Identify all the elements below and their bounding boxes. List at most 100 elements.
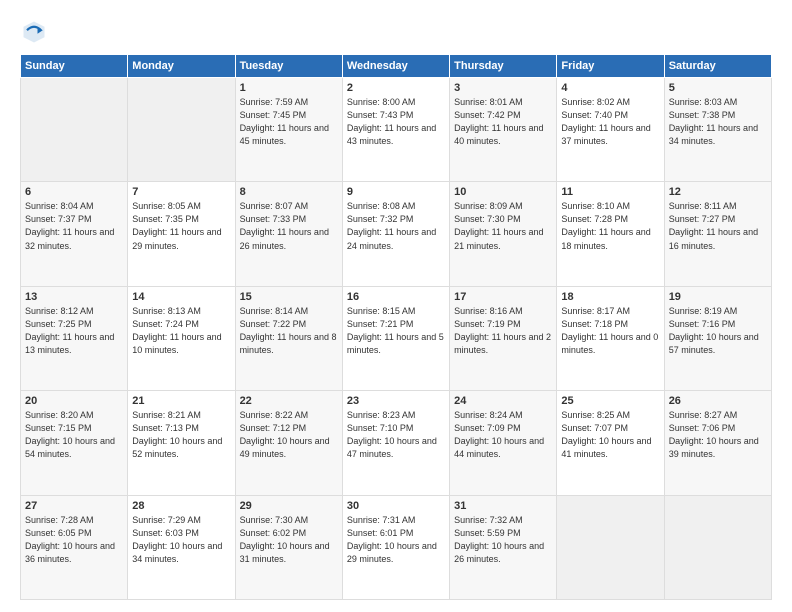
- day-number: 18: [561, 291, 659, 303]
- weekday-header: Thursday: [450, 55, 557, 78]
- calendar-cell: 26 Sunrise: 8:27 AM Sunset: 7:06 PM Dayli…: [664, 391, 771, 495]
- calendar-cell: 22 Sunrise: 8:22 AM Sunset: 7:12 PM Dayli…: [235, 391, 342, 495]
- calendar-cell: 10Sunrise: 8:09 AM Sunset: 7:30 PM Dayli…: [450, 182, 557, 286]
- day-number: 8: [240, 186, 338, 198]
- calendar-week-row: 1Sunrise: 7:59 AM Sunset: 7:45 PM Daylig…: [21, 78, 772, 182]
- calendar-cell: 28 Sunrise: 7:29 AM Sunset: 6:03 PM Dayli…: [128, 495, 235, 599]
- logo-icon: [20, 18, 48, 46]
- calendar-cell: 2Sunrise: 8:00 AM Sunset: 7:43 PM Daylig…: [342, 78, 449, 182]
- day-info: Sunrise: 7:31 AM Sunset: 6:01 PM Dayligh…: [347, 514, 445, 566]
- day-number: 20: [25, 395, 123, 407]
- logo: [20, 18, 52, 46]
- day-number: 16: [347, 291, 445, 303]
- calendar-cell: [21, 78, 128, 182]
- page: SundayMondayTuesdayWednesdayThursdayFrid…: [0, 0, 792, 612]
- calendar-week-row: 27 Sunrise: 7:28 AM Sunset: 6:05 PM Dayli…: [21, 495, 772, 599]
- day-number: 7: [132, 186, 230, 198]
- day-info: Sunrise: 8:05 AM Sunset: 7:35 PM Dayligh…: [132, 200, 230, 252]
- calendar-cell: 23 Sunrise: 8:23 AM Sunset: 7:10 PM Dayli…: [342, 391, 449, 495]
- day-number: 28: [132, 500, 230, 512]
- calendar-cell: 16 Sunrise: 8:15 AM Sunset: 7:21 PM Dayli…: [342, 286, 449, 390]
- calendar-cell: 21 Sunrise: 8:21 AM Sunset: 7:13 PM Dayli…: [128, 391, 235, 495]
- day-info: Sunrise: 7:32 AM Sunset: 5:59 PM Dayligh…: [454, 514, 552, 566]
- day-number: 15: [240, 291, 338, 303]
- calendar-cell: 1Sunrise: 7:59 AM Sunset: 7:45 PM Daylig…: [235, 78, 342, 182]
- day-info: Sunrise: 8:21 AM Sunset: 7:13 PM Dayligh…: [132, 409, 230, 461]
- calendar-cell: 20 Sunrise: 8:20 AM Sunset: 7:15 PM Dayli…: [21, 391, 128, 495]
- weekday-header: Saturday: [664, 55, 771, 78]
- day-number: 3: [454, 82, 552, 94]
- day-info: Sunrise: 8:25 AM Sunset: 7:07 PM Dayligh…: [561, 409, 659, 461]
- day-number: 24: [454, 395, 552, 407]
- calendar-cell: 11 Sunrise: 8:10 AM Sunset: 7:28 PM Dayli…: [557, 182, 664, 286]
- day-info: Sunrise: 8:13 AM Sunset: 7:24 PM Dayligh…: [132, 305, 230, 357]
- weekday-header: Friday: [557, 55, 664, 78]
- calendar-cell: 25Sunrise: 8:25 AM Sunset: 7:07 PM Dayli…: [557, 391, 664, 495]
- day-info: Sunrise: 8:03 AM Sunset: 7:38 PM Dayligh…: [669, 96, 767, 148]
- day-info: Sunrise: 8:20 AM Sunset: 7:15 PM Dayligh…: [25, 409, 123, 461]
- calendar-week-row: 13 Sunrise: 8:12 AM Sunset: 7:25 PM Dayli…: [21, 286, 772, 390]
- day-info: Sunrise: 8:16 AM Sunset: 7:19 PM Dayligh…: [454, 305, 552, 357]
- day-number: 19: [669, 291, 767, 303]
- calendar-cell: 5Sunrise: 8:03 AM Sunset: 7:38 PM Daylig…: [664, 78, 771, 182]
- weekday-header: Monday: [128, 55, 235, 78]
- calendar-cell: 24Sunrise: 8:24 AM Sunset: 7:09 PM Dayli…: [450, 391, 557, 495]
- calendar-cell: 15 Sunrise: 8:14 AM Sunset: 7:22 PM Dayli…: [235, 286, 342, 390]
- day-info: Sunrise: 8:10 AM Sunset: 7:28 PM Dayligh…: [561, 200, 659, 252]
- day-info: Sunrise: 7:29 AM Sunset: 6:03 PM Dayligh…: [132, 514, 230, 566]
- calendar-cell: 6Sunrise: 8:04 AM Sunset: 7:37 PM Daylig…: [21, 182, 128, 286]
- day-info: Sunrise: 8:12 AM Sunset: 7:25 PM Dayligh…: [25, 305, 123, 357]
- calendar-cell: 3 Sunrise: 8:01 AM Sunset: 7:42 PM Daylig…: [450, 78, 557, 182]
- day-info: Sunrise: 8:17 AM Sunset: 7:18 PM Dayligh…: [561, 305, 659, 357]
- day-info: Sunrise: 7:59 AM Sunset: 7:45 PM Dayligh…: [240, 96, 338, 148]
- day-info: Sunrise: 7:30 AM Sunset: 6:02 PM Dayligh…: [240, 514, 338, 566]
- calendar-body: 1Sunrise: 7:59 AM Sunset: 7:45 PM Daylig…: [21, 78, 772, 600]
- calendar-cell: 18 Sunrise: 8:17 AM Sunset: 7:18 PM Dayli…: [557, 286, 664, 390]
- calendar-week-row: 6Sunrise: 8:04 AM Sunset: 7:37 PM Daylig…: [21, 182, 772, 286]
- calendar-cell: 9 Sunrise: 8:08 AM Sunset: 7:32 PM Daylig…: [342, 182, 449, 286]
- calendar-cell: 14 Sunrise: 8:13 AM Sunset: 7:24 PM Dayli…: [128, 286, 235, 390]
- weekday-header: Wednesday: [342, 55, 449, 78]
- calendar-header: SundayMondayTuesdayWednesdayThursdayFrid…: [21, 55, 772, 78]
- weekday-row: SundayMondayTuesdayWednesdayThursdayFrid…: [21, 55, 772, 78]
- day-info: Sunrise: 8:15 AM Sunset: 7:21 PM Dayligh…: [347, 305, 445, 357]
- day-number: 29: [240, 500, 338, 512]
- header: [20, 18, 772, 46]
- day-info: Sunrise: 8:14 AM Sunset: 7:22 PM Dayligh…: [240, 305, 338, 357]
- day-number: 23: [347, 395, 445, 407]
- day-number: 21: [132, 395, 230, 407]
- day-number: 4: [561, 82, 659, 94]
- day-number: 22: [240, 395, 338, 407]
- day-info: Sunrise: 8:23 AM Sunset: 7:10 PM Dayligh…: [347, 409, 445, 461]
- calendar-cell: [664, 495, 771, 599]
- calendar-cell: 17Sunrise: 8:16 AM Sunset: 7:19 PM Dayli…: [450, 286, 557, 390]
- day-number: 27: [25, 500, 123, 512]
- weekday-header: Sunday: [21, 55, 128, 78]
- day-number: 31: [454, 500, 552, 512]
- day-info: Sunrise: 8:01 AM Sunset: 7:42 PM Dayligh…: [454, 96, 552, 148]
- day-number: 12: [669, 186, 767, 198]
- calendar-table: SundayMondayTuesdayWednesdayThursdayFrid…: [20, 54, 772, 600]
- day-info: Sunrise: 8:04 AM Sunset: 7:37 PM Dayligh…: [25, 200, 123, 252]
- day-info: Sunrise: 8:08 AM Sunset: 7:32 PM Dayligh…: [347, 200, 445, 252]
- day-info: Sunrise: 7:28 AM Sunset: 6:05 PM Dayligh…: [25, 514, 123, 566]
- day-info: Sunrise: 8:11 AM Sunset: 7:27 PM Dayligh…: [669, 200, 767, 252]
- calendar-week-row: 20 Sunrise: 8:20 AM Sunset: 7:15 PM Dayli…: [21, 391, 772, 495]
- calendar-cell: [557, 495, 664, 599]
- day-number: 14: [132, 291, 230, 303]
- day-number: 9: [347, 186, 445, 198]
- calendar-cell: 19 Sunrise: 8:19 AM Sunset: 7:16 PM Dayli…: [664, 286, 771, 390]
- day-info: Sunrise: 8:22 AM Sunset: 7:12 PM Dayligh…: [240, 409, 338, 461]
- day-number: 2: [347, 82, 445, 94]
- calendar-cell: 4Sunrise: 8:02 AM Sunset: 7:40 PM Daylig…: [557, 78, 664, 182]
- calendar-cell: [128, 78, 235, 182]
- calendar-cell: 30Sunrise: 7:31 AM Sunset: 6:01 PM Dayli…: [342, 495, 449, 599]
- calendar-cell: 31 Sunrise: 7:32 AM Sunset: 5:59 PM Dayli…: [450, 495, 557, 599]
- day-info: Sunrise: 8:27 AM Sunset: 7:06 PM Dayligh…: [669, 409, 767, 461]
- day-number: 11: [561, 186, 659, 198]
- day-number: 26: [669, 395, 767, 407]
- day-info: Sunrise: 8:07 AM Sunset: 7:33 PM Dayligh…: [240, 200, 338, 252]
- day-info: Sunrise: 8:19 AM Sunset: 7:16 PM Dayligh…: [669, 305, 767, 357]
- day-number: 13: [25, 291, 123, 303]
- weekday-header: Tuesday: [235, 55, 342, 78]
